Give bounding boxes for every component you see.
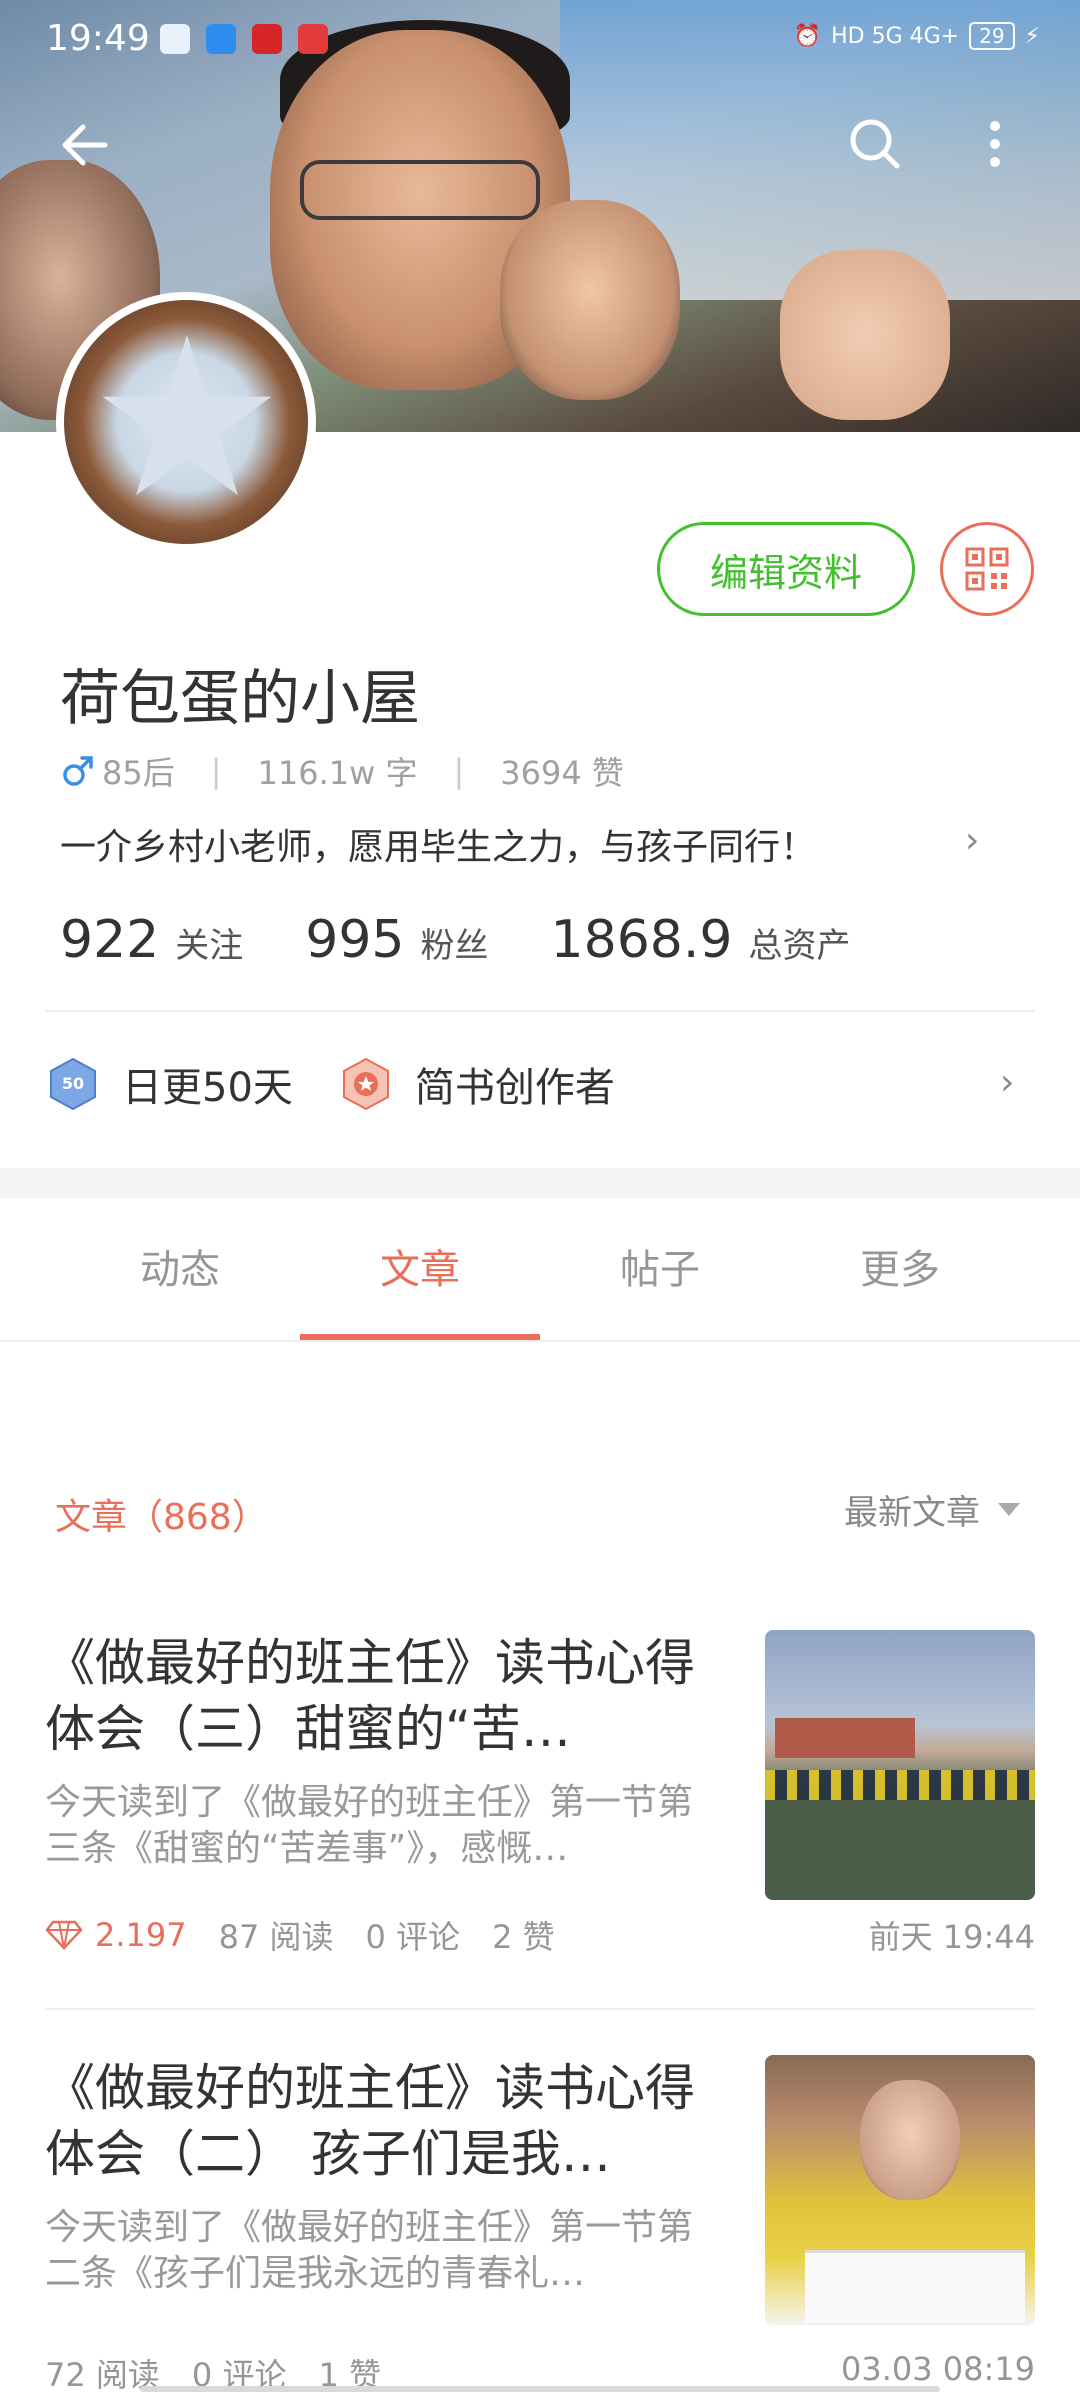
word-count: 116.1w 字 xyxy=(257,754,418,792)
creator-badge-icon xyxy=(342,1057,389,1111)
sort-dropdown[interactable]: 最新文章 xyxy=(844,1485,1020,1534)
caret-down-icon xyxy=(998,1503,1020,1516)
chevron-right-icon[interactable]: › xyxy=(1000,1062,1014,1103)
network-indicator: HD 5G 4G+ xyxy=(831,23,960,49)
tab-more[interactable]: 更多 xyxy=(780,1198,1020,1342)
article-time: 03.03 08:19 xyxy=(841,2350,1035,2388)
message-app-icon xyxy=(206,24,236,54)
thumb-ground xyxy=(765,1800,1035,1900)
section-gap xyxy=(0,1168,1080,1198)
diamond-reward: 2.197 xyxy=(45,1916,187,1954)
chevron-right-icon[interactable]: › xyxy=(965,820,979,861)
edit-profile-button[interactable]: 编辑资料 xyxy=(657,522,915,616)
daily-update-badge-label: 日更50天 xyxy=(122,1065,293,1111)
meta-divider: | xyxy=(210,752,222,790)
battery-level: 29 xyxy=(979,24,1005,48)
avatar-star-shape xyxy=(102,335,272,496)
alarm-icon: ⏰ xyxy=(793,23,822,49)
creator-badge-label: 简书创作者 xyxy=(414,1065,615,1111)
profile-meta: 85后 | 116.1w 字 | 3694 赞 xyxy=(60,748,624,794)
news-app-icon xyxy=(252,24,282,54)
age-group: 85后 xyxy=(102,754,175,792)
profile-bio[interactable]: 一介乡村小老师，愿用毕生之力，与孩子同行！ xyxy=(60,818,816,870)
divider xyxy=(0,1340,1080,1342)
meta-divider: | xyxy=(453,752,465,790)
thumb-student xyxy=(860,2080,960,2200)
navigation-gesture-bar[interactable] xyxy=(140,2386,940,2392)
comment-count: 0 评论 xyxy=(365,1918,461,1956)
read-count: 87 阅读 xyxy=(218,1918,334,1956)
chat-app-icon xyxy=(160,24,190,54)
thumb-notebook xyxy=(805,2250,1025,2323)
heart-app-icon xyxy=(298,24,328,54)
status-bar: 19:49 ⏰ HD 5G 4G+ 29 ⚡ xyxy=(0,0,1080,84)
profile-tabs: 动态 文章 帖子 更多 xyxy=(0,1198,1080,1342)
qr-code-button[interactable] xyxy=(940,522,1034,616)
article-title[interactable]: 《做最好的班主任》读书心得体会（二） 孩子们是我… xyxy=(45,2055,715,2187)
sort-label: 最新文章 xyxy=(844,1493,980,1533)
article-thumbnail[interactable] xyxy=(765,2055,1035,2325)
following-count[interactable]: 922 xyxy=(60,910,159,970)
cover-child-right xyxy=(500,200,680,400)
article-summary: 今天读到了《做最好的班主任》第一节第二条《孩子们是我永远的青春礼… xyxy=(45,2207,694,2294)
status-right-group: ⏰ HD 5G 4G+ 29 ⚡ xyxy=(794,22,1040,50)
tab-posts[interactable]: 帖子 xyxy=(540,1198,780,1342)
qr-code-icon xyxy=(965,547,1009,591)
article-time: 前天 19:44 xyxy=(868,1918,1035,1956)
cover-glasses xyxy=(300,160,540,220)
diamond-value: 2.197 xyxy=(95,1916,187,1954)
article-item[interactable]: 《做最好的班主任》读书心得体会（二） 孩子们是我… 今天读到了《做最好的班主任》… xyxy=(45,2055,1035,2395)
like-count: 3694 赞 xyxy=(500,754,624,792)
profile-name: 荷包蛋的小屋 xyxy=(60,664,420,734)
thumb-building xyxy=(775,1718,915,1758)
diamond-icon xyxy=(45,1920,83,1950)
like-count: 2 赞 xyxy=(492,1918,555,1956)
article-item[interactable]: 《做最好的班主任》读书心得体会（三）甜蜜的“苦… 今天读到了《做最好的班主任》第… xyxy=(45,1630,1035,2000)
male-gender-icon xyxy=(63,756,93,786)
status-time: 19:49 xyxy=(46,18,150,59)
search-icon[interactable] xyxy=(845,114,905,174)
profile-stats: 922 关注 995 粉丝 1868.9 总资产 xyxy=(60,910,912,970)
daily-update-badge-icon: 50 xyxy=(50,1057,96,1111)
article-stats: 2.197 87 阅读 0 评论 2 赞 xyxy=(45,1912,587,1958)
article-thumbnail[interactable] xyxy=(765,1630,1035,1900)
cover-peace-hand xyxy=(780,250,950,420)
tab-articles[interactable]: 文章 xyxy=(300,1198,540,1342)
assets-label[interactable]: 总资产 xyxy=(748,918,850,967)
daily-update-badge-number: 50 xyxy=(62,1074,84,1093)
more-vertical-icon[interactable] xyxy=(980,114,1010,174)
articles-count-title: 文章（868） xyxy=(55,1497,268,1538)
avatar[interactable] xyxy=(56,292,316,552)
battery-icon: 29 xyxy=(969,22,1015,50)
avatar-image xyxy=(64,300,308,544)
divider xyxy=(45,2008,1035,2010)
badges-row[interactable]: 50 日更50天 简书创作者 xyxy=(48,1055,663,1113)
charging-icon: ⚡ xyxy=(1024,23,1040,49)
article-title[interactable]: 《做最好的班主任》读书心得体会（三）甜蜜的“苦… xyxy=(45,1630,715,1762)
divider xyxy=(45,1010,1035,1012)
followers-label[interactable]: 粉丝 xyxy=(421,918,489,967)
assets-count[interactable]: 1868.9 xyxy=(551,910,733,970)
tab-activity[interactable]: 动态 xyxy=(60,1198,300,1342)
article-summary: 今天读到了《做最好的班主任》第一节第三条《甜蜜的“苦差事”》，感慨… xyxy=(45,1782,694,1869)
following-label[interactable]: 关注 xyxy=(175,918,243,967)
back-arrow-icon[interactable] xyxy=(55,115,115,175)
followers-count[interactable]: 995 xyxy=(305,910,404,970)
